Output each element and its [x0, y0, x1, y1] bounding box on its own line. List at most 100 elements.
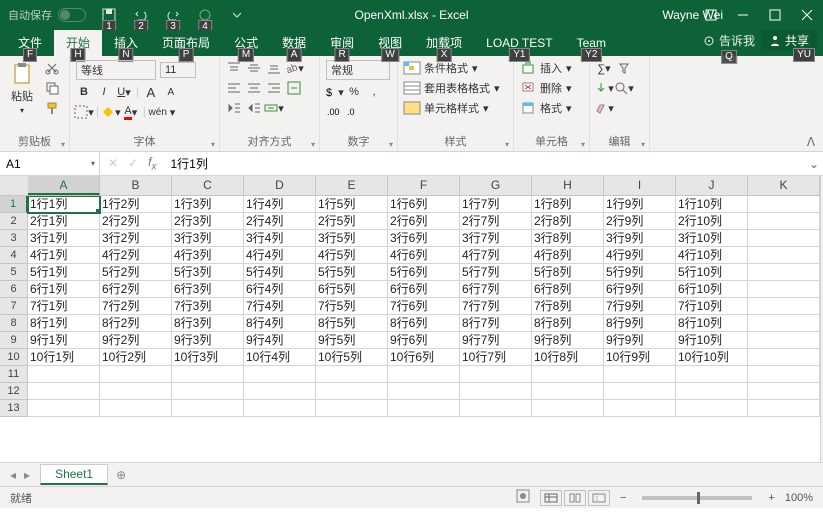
cell[interactable]: 3行3列 — [172, 230, 244, 247]
tab-Team[interactable]: TeamY2 — [565, 30, 618, 56]
cell[interactable]: 5行6列 — [388, 264, 460, 281]
cell[interactable] — [748, 383, 820, 400]
cell[interactable]: 9行5列 — [316, 332, 388, 349]
decrease-decimal-icon[interactable]: .0 — [346, 104, 362, 120]
cell[interactable]: 10行9列 — [604, 349, 676, 366]
phonetic-icon[interactable]: wén — [150, 104, 166, 120]
cell[interactable] — [748, 315, 820, 332]
cancel-formula-icon[interactable]: ✕ — [108, 156, 118, 170]
cell[interactable] — [748, 366, 820, 383]
enter-formula-icon[interactable]: ✓ — [128, 156, 138, 170]
decrease-font-icon[interactable]: A — [163, 84, 179, 100]
cell[interactable]: 9行9列 — [604, 332, 676, 349]
cell[interactable] — [604, 366, 676, 383]
insert-cells-button[interactable]: 插入▾ — [520, 60, 572, 76]
cell[interactable]: 6行1列 — [28, 281, 100, 298]
cell[interactable]: 1行2列 — [100, 196, 172, 213]
column-header[interactable]: J — [676, 176, 748, 195]
cell[interactable]: 4行4列 — [244, 247, 316, 264]
font-size-selector[interactable]: 11 — [160, 62, 196, 78]
tab-审阅[interactable]: 审阅R — [318, 30, 366, 56]
cell[interactable] — [748, 213, 820, 230]
zoom-level[interactable]: 100% — [785, 492, 813, 504]
cell[interactable]: 9行4列 — [244, 332, 316, 349]
cell[interactable]: 8行5列 — [316, 315, 388, 332]
fx-icon[interactable]: fx — [148, 155, 156, 172]
cell[interactable]: 4行2列 — [100, 247, 172, 264]
cell[interactable]: 3行8列 — [532, 230, 604, 247]
cell[interactable] — [460, 400, 532, 417]
fill-icon[interactable]: ▾ — [596, 80, 612, 96]
column-header[interactable]: B — [100, 176, 172, 195]
cell[interactable]: 1行6列 — [388, 196, 460, 213]
align-bottom-icon[interactable] — [266, 60, 282, 76]
worksheet-grid[interactable]: ABCDEFGHIJK 12345678910111213 1行1列1行2列1行… — [0, 176, 823, 462]
cell[interactable]: 5行2列 — [100, 264, 172, 281]
cell[interactable] — [100, 400, 172, 417]
cell[interactable]: 4行3列 — [172, 247, 244, 264]
delete-cells-button[interactable]: 删除▾ — [520, 80, 572, 96]
cell[interactable]: 4行9列 — [604, 247, 676, 264]
cell[interactable]: 7行5列 — [316, 298, 388, 315]
clear-icon[interactable]: ▾ — [596, 100, 612, 116]
cell[interactable]: 7行3列 — [172, 298, 244, 315]
cell[interactable]: 1行7列 — [460, 196, 532, 213]
font-color-icon[interactable]: A▾ — [123, 104, 139, 120]
align-right-icon[interactable] — [266, 80, 282, 96]
cell[interactable]: 8行10列 — [676, 315, 748, 332]
column-header[interactable]: K — [748, 176, 820, 195]
cut-icon[interactable] — [44, 60, 60, 76]
ribbon-display-icon[interactable] — [695, 0, 727, 30]
cell[interactable]: 4行7列 — [460, 247, 532, 264]
align-center-icon[interactable] — [246, 80, 262, 96]
cell[interactable] — [244, 383, 316, 400]
row-header[interactable]: 3 — [0, 230, 28, 247]
cell[interactable]: 8行9列 — [604, 315, 676, 332]
share-button[interactable]: 共享 YU — [761, 30, 817, 51]
row-header[interactable]: 10 — [0, 349, 28, 366]
maximize-icon[interactable] — [759, 0, 791, 30]
cell[interactable]: 10行7列 — [460, 349, 532, 366]
column-header[interactable]: A — [28, 176, 100, 195]
cell[interactable]: 10行4列 — [244, 349, 316, 366]
cell[interactable] — [172, 366, 244, 383]
tab-LOAD TEST[interactable]: LOAD TESTY1 — [474, 30, 564, 56]
sync-icon[interactable]: 4 — [196, 6, 214, 24]
column-header[interactable]: I — [604, 176, 676, 195]
merge-center-icon[interactable]: ▾ — [266, 100, 282, 116]
row-header[interactable]: 8 — [0, 315, 28, 332]
cell[interactable]: 6行7列 — [460, 281, 532, 298]
cell[interactable]: 5行9列 — [604, 264, 676, 281]
cell[interactable]: 5行4列 — [244, 264, 316, 281]
autosave-toggle[interactable] — [58, 8, 86, 22]
cell[interactable] — [172, 383, 244, 400]
cell[interactable] — [316, 400, 388, 417]
align-top-icon[interactable] — [226, 60, 242, 76]
orientation-icon[interactable]: ab▾ — [286, 60, 302, 76]
close-icon[interactable] — [791, 0, 823, 30]
cell[interactable] — [748, 281, 820, 298]
cell[interactable] — [388, 383, 460, 400]
cell[interactable]: 7行7列 — [460, 298, 532, 315]
column-header[interactable]: G — [460, 176, 532, 195]
tab-nav-prev-icon[interactable]: ◂ — [10, 468, 16, 482]
cell[interactable]: 1行3列 — [172, 196, 244, 213]
cell[interactable]: 9行1列 — [28, 332, 100, 349]
tab-公式[interactable]: 公式M — [222, 30, 270, 56]
cell[interactable] — [748, 400, 820, 417]
cell[interactable]: 5行1列 — [28, 264, 100, 281]
cell[interactable]: 6行5列 — [316, 281, 388, 298]
row-header[interactable]: 1 — [0, 196, 28, 213]
undo-icon[interactable]: 2 — [132, 6, 150, 24]
cell[interactable] — [532, 366, 604, 383]
tab-文件[interactable]: 文件F — [6, 30, 54, 56]
cell[interactable]: 7行10列 — [676, 298, 748, 315]
cell[interactable]: 8行2列 — [100, 315, 172, 332]
cell[interactable]: 10行8列 — [532, 349, 604, 366]
cell[interactable]: 10行2列 — [100, 349, 172, 366]
cell[interactable] — [532, 383, 604, 400]
cell[interactable]: 5行7列 — [460, 264, 532, 281]
column-header[interactable]: E — [316, 176, 388, 195]
tab-页面布局[interactable]: 页面布局P — [150, 30, 222, 56]
fill-color-icon[interactable]: ▾ — [103, 104, 119, 120]
